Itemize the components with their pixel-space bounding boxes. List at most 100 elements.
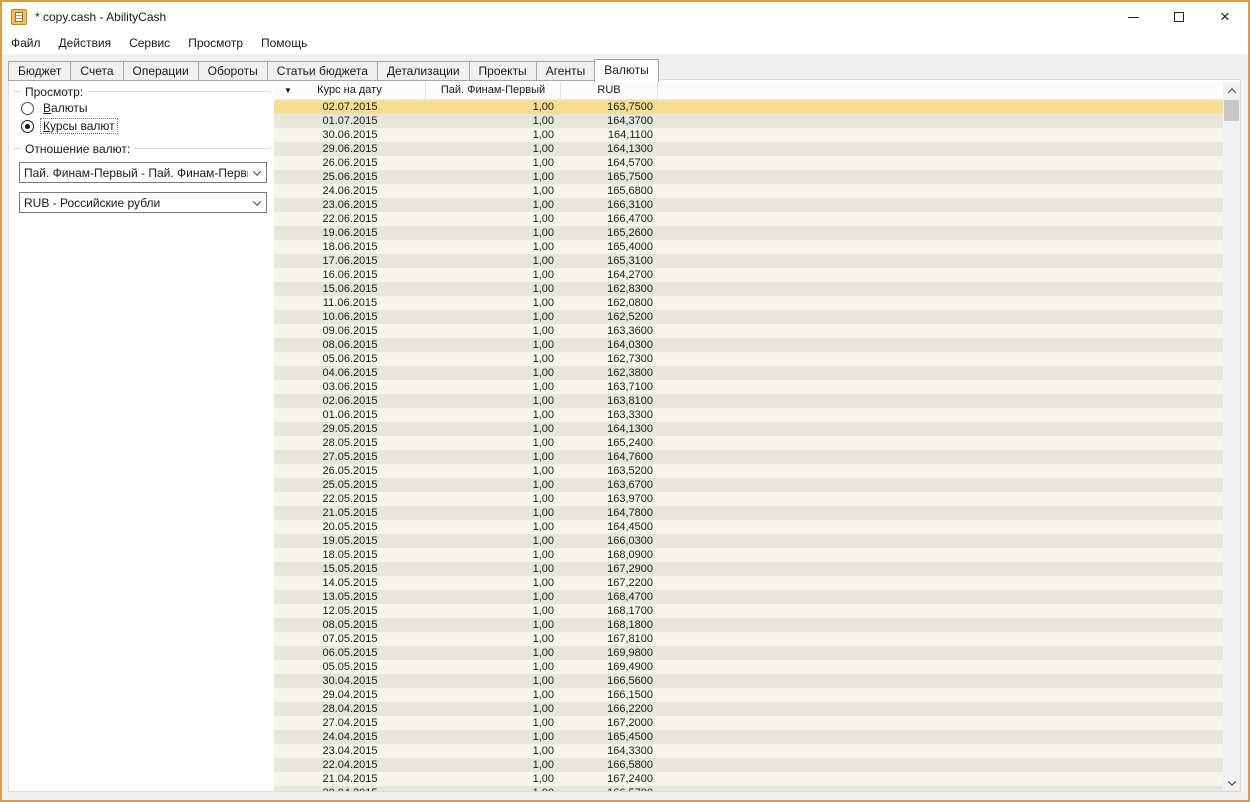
column-header-unit[interactable]: Пай. Финам-Первый	[426, 82, 561, 99]
radio-view-rates[interactable]: Курсы валют	[21, 118, 118, 134]
maximize-button[interactable]	[1156, 2, 1202, 32]
rub-value-cell: 167,2900	[561, 562, 658, 576]
table-row[interactable]: 18.05.20151,00168,0900	[274, 548, 1223, 562]
base-currency-select[interactable]: RUB - Российские рубли	[19, 192, 267, 213]
scrollbar-thumb[interactable]	[1224, 100, 1239, 121]
table-row[interactable]: 04.06.20151,00162,3800	[274, 366, 1223, 380]
table-row[interactable]: 02.07.20151,00163,7500	[274, 100, 1223, 114]
rate-date-cell: 02.07.2015	[274, 100, 426, 114]
table-row[interactable]: 19.06.20151,00165,2600	[274, 226, 1223, 240]
rub-value-cell: 166,5700	[561, 786, 658, 791]
table-row[interactable]: 03.06.20151,00163,7100	[274, 380, 1223, 394]
table-row[interactable]: 08.06.20151,00164,0300	[274, 338, 1223, 352]
rub-value-cell: 163,7500	[561, 100, 658, 114]
table-row[interactable]: 26.06.20151,00164,5700	[274, 156, 1223, 170]
vertical-scrollbar[interactable]	[1223, 82, 1240, 791]
tab-agents[interactable]: Агенты	[536, 61, 596, 81]
table-row[interactable]: 29.05.20151,00164,1300	[274, 422, 1223, 436]
table-row[interactable]: 17.06.20151,00165,3100	[274, 254, 1223, 268]
unit-value-cell: 1,00	[426, 618, 561, 632]
table-row[interactable]: 12.05.20151,00168,1700	[274, 604, 1223, 618]
table-row[interactable]: 24.04.20151,00165,4500	[274, 730, 1223, 744]
table-row[interactable]: 25.06.20151,00165,7500	[274, 170, 1223, 184]
table-row[interactable]: 13.05.20151,00168,4700	[274, 590, 1223, 604]
table-row[interactable]: 11.06.20151,00162,0800	[274, 296, 1223, 310]
table-row[interactable]: 23.06.20151,00166,3100	[274, 198, 1223, 212]
unit-value-cell: 1,00	[426, 730, 561, 744]
table-row[interactable]: 20.04.20151,00166,5700	[274, 786, 1223, 791]
table-row[interactable]: 16.06.20151,00164,2700	[274, 268, 1223, 282]
scroll-up-button[interactable]	[1223, 82, 1240, 99]
table-row[interactable]: 08.05.20151,00168,1800	[274, 618, 1223, 632]
table-row[interactable]: 25.05.20151,00163,6700	[274, 478, 1223, 492]
filler-cell	[658, 534, 1223, 548]
column-header-rub[interactable]: RUB	[561, 82, 658, 99]
table-row[interactable]: 01.07.20151,00164,3700	[274, 114, 1223, 128]
table-row[interactable]: 28.05.20151,00165,2400	[274, 436, 1223, 450]
rub-value-cell: 162,0800	[561, 296, 658, 310]
table-row[interactable]: 06.05.20151,00169,9800	[274, 646, 1223, 660]
table-row[interactable]: 24.06.20151,00165,6800	[274, 184, 1223, 198]
table-row[interactable]: 23.04.20151,00164,3300	[274, 744, 1223, 758]
table-row[interactable]: 05.05.20151,00169,4900	[274, 660, 1223, 674]
table-row[interactable]: 01.06.20151,00163,3300	[274, 408, 1223, 422]
menu-help[interactable]: Помощь	[252, 32, 316, 54]
table-row[interactable]: 05.06.20151,00162,7300	[274, 352, 1223, 366]
currency-pair-select[interactable]: Пай. Финам-Первый - Пай. Финам-Первый	[19, 162, 267, 183]
table-row[interactable]: 19.05.20151,00166,0300	[274, 534, 1223, 548]
scroll-down-button[interactable]	[1223, 774, 1240, 791]
unit-value-cell: 1,00	[426, 562, 561, 576]
column-header-date[interactable]: ▼ Курс на дату	[274, 82, 426, 99]
tab-currencies[interactable]: Валюты	[594, 59, 659, 82]
radio-view-currencies[interactable]: Валюты	[21, 100, 91, 116]
table-row[interactable]: 14.05.20151,00167,2200	[274, 576, 1223, 590]
table-row[interactable]: 29.06.20151,00164,1300	[274, 142, 1223, 156]
combo-dropdown-button[interactable]	[248, 163, 266, 182]
tab-operations[interactable]: Операции	[123, 61, 199, 81]
rub-value-cell: 163,5200	[561, 464, 658, 478]
table-row[interactable]: 30.04.20151,00166,5600	[274, 674, 1223, 688]
table-row[interactable]: 10.06.20151,00162,5200	[274, 310, 1223, 324]
table-row[interactable]: 26.05.20151,00163,5200	[274, 464, 1223, 478]
rates-table: ▼ Курс на дату Пай. Финам-Первый RUB 02.…	[274, 80, 1240, 791]
table-row[interactable]: 21.04.20151,00167,2400	[274, 772, 1223, 786]
table-row[interactable]: 18.06.20151,00165,4000	[274, 240, 1223, 254]
table-row[interactable]: 15.06.20151,00162,8300	[274, 282, 1223, 296]
table-row[interactable]: 27.05.20151,00164,7600	[274, 450, 1223, 464]
table-row[interactable]: 22.04.20151,00166,5800	[274, 758, 1223, 772]
tab-budget[interactable]: Бюджет	[8, 61, 71, 81]
unit-value-cell: 1,00	[426, 380, 561, 394]
unit-value-cell: 1,00	[426, 450, 561, 464]
table-row[interactable]: 30.06.20151,00164,1100	[274, 128, 1223, 142]
tab-accounts[interactable]: Счета	[70, 61, 123, 81]
filler-cell	[658, 478, 1223, 492]
combo-dropdown-button[interactable]	[248, 193, 266, 212]
table-row[interactable]: 29.04.20151,00166,1500	[274, 688, 1223, 702]
rate-date-cell: 21.05.2015	[274, 506, 426, 520]
table-row[interactable]: 02.06.20151,00163,8100	[274, 394, 1223, 408]
tab-budget-items[interactable]: Статьи бюджета	[267, 61, 378, 81]
table-row[interactable]: 22.06.20151,00166,4700	[274, 212, 1223, 226]
menu-view[interactable]: Просмотр	[179, 32, 252, 54]
table-row[interactable]: 28.04.20151,00166,2200	[274, 702, 1223, 716]
table-row[interactable]: 21.05.20151,00164,7800	[274, 506, 1223, 520]
menu-service[interactable]: Сервис	[120, 32, 179, 54]
minimize-button[interactable]	[1110, 2, 1156, 32]
menu-actions[interactable]: Действия	[50, 32, 121, 54]
unit-value-cell: 1,00	[426, 198, 561, 212]
filler-cell	[658, 366, 1223, 380]
table-row[interactable]: 27.04.20151,00167,2000	[274, 716, 1223, 730]
table-row[interactable]: 09.06.20151,00163,3600	[274, 324, 1223, 338]
tab-details[interactable]: Детализации	[377, 61, 470, 81]
table-row[interactable]: 15.05.20151,00167,2900	[274, 562, 1223, 576]
menu-file[interactable]: Файл	[2, 32, 50, 54]
table-row[interactable]: 22.05.20151,00163,9700	[274, 492, 1223, 506]
close-button[interactable]: ×	[1202, 2, 1248, 32]
table-row[interactable]: 07.05.20151,00167,8100	[274, 632, 1223, 646]
rub-value-cell: 168,0900	[561, 548, 658, 562]
tab-turnovers[interactable]: Обороты	[198, 61, 268, 81]
filler-cell	[658, 744, 1223, 758]
table-row[interactable]: 20.05.20151,00164,4500	[274, 520, 1223, 534]
filler-cell	[658, 408, 1223, 422]
tab-projects[interactable]: Проекты	[469, 61, 537, 81]
